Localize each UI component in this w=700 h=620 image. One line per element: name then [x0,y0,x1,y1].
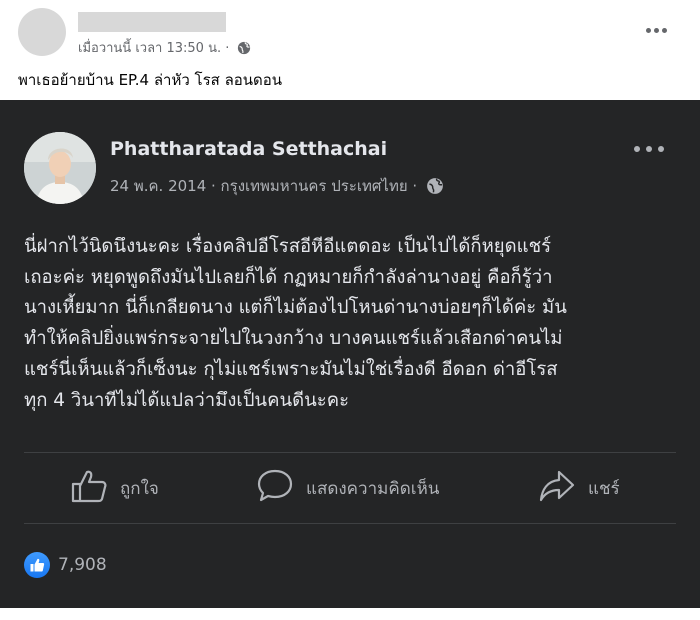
outer-post-meta: เมื่อวานนี้ เวลา 13:50 น. · [78,37,251,59]
reaction-summary[interactable]: 7,908 [24,550,107,580]
inner-more-icon[interactable] [634,138,668,160]
like-button[interactable]: ถูกใจ [70,468,159,508]
shared-post-screenshot: Phattharatada Setthachai 24 พ.ค. 2014 · … [0,100,700,608]
globe-icon [237,41,251,59]
body-line: เถอะค่ะ หยุดพูดถึงมันไปเลยก็ได้ กฏหมายก็… [24,266,553,288]
like-label: ถูกใจ [120,478,159,499]
inner-post-date-location: 24 พ.ค. 2014 · กรุงเทพมหานคร ประเทศไทย · [110,177,418,195]
divider [24,523,676,524]
body-line: นางเหี้ยมาก นี่ก็เกลียดนาง แต่ก็ไม่ต้องไ… [24,297,567,319]
outer-more-icon[interactable] [646,18,670,42]
body-line: ทุก 4 วินาทีไม่ได้แปลว่ามึงเป็นคนดีนะคะ [24,389,350,411]
like-badge-icon [24,552,50,578]
outer-post-timestamp[interactable]: เมื่อวานนี้ เวลา 13:50 น. · [78,41,229,56]
outer-post-header: เมื่อวานนี้ เวลา 13:50 น. · [18,8,678,56]
thumbs-up-icon [70,468,108,508]
outer-avatar[interactable] [18,8,66,56]
body-line: แชร์นี่เห็นแล้วก็เซ็งนะ กุไม่แชร์เพราะมั… [24,358,558,380]
comment-icon [256,468,294,508]
outer-post: เมื่อวานนี้ เวลา 13:50 น. · พาเธอย้ายบ้า… [0,0,700,620]
share-button[interactable]: แชร์ [538,468,620,508]
inner-author-name[interactable]: Phattharatada Setthachai [110,138,387,160]
outer-post-text: พาเธอย้ายบ้าน EP.4 ล่าหัว โรส ลอนดอน [18,71,283,89]
comment-button[interactable]: แสดงความคิดเห็น [256,468,439,508]
inner-post-body: นี่ฝากไว้นิดนึงนะคะ เรื่องคลิปอีโรสอีหีอ… [24,232,674,416]
globe-icon [426,177,444,199]
reaction-count: 7,908 [58,555,107,575]
divider [24,452,676,453]
outer-author-name-redacted[interactable] [78,12,226,32]
body-line: นี่ฝากไว้นิดนึงนะคะ เรื่องคลิปอีโรสอีหีอ… [24,236,552,257]
share-icon [538,468,576,508]
comment-label: แสดงความคิดเห็น [306,478,440,499]
inner-post-meta: 24 พ.ค. 2014 · กรุงเทพมหานคร ประเทศไทย · [110,174,444,199]
share-label: แชร์ [588,478,620,499]
inner-avatar [24,132,96,204]
body-line: ทำให้คลิปยิ่งแพร่กระจายไปในวงกว้าง บางคน… [24,328,563,350]
